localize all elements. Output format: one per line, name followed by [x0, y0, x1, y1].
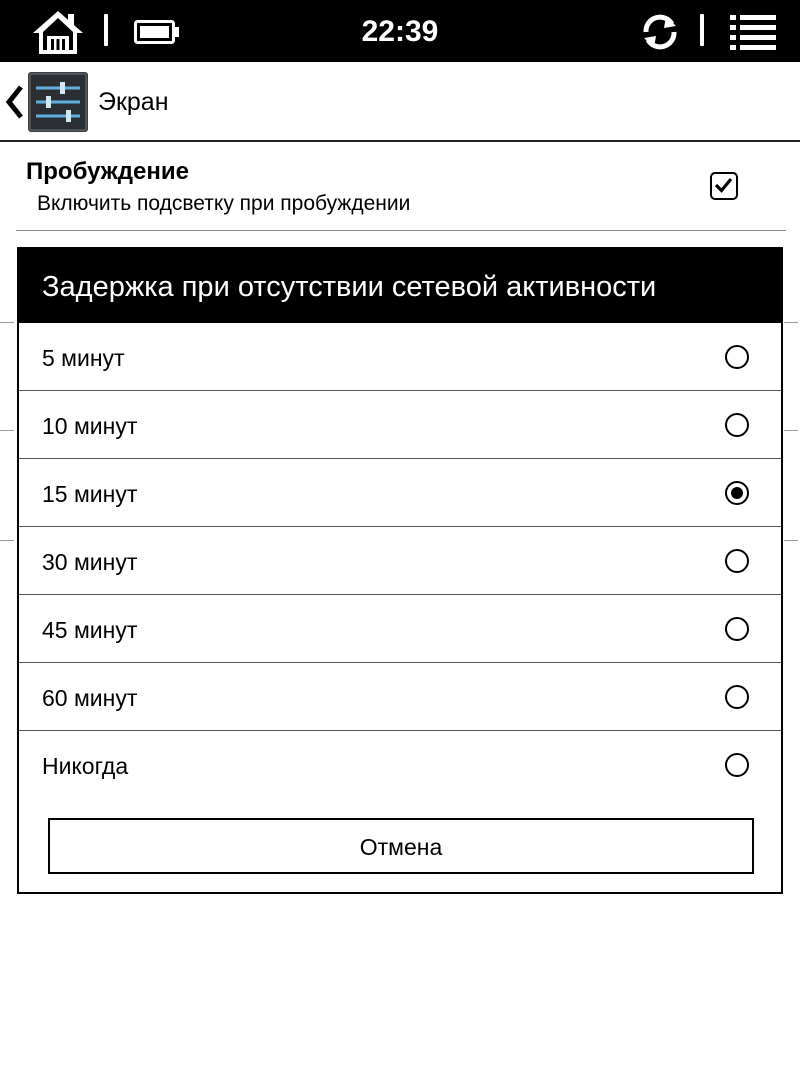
timeout-dialog: Задержка при отсутствии сетевой активнос…	[17, 247, 783, 894]
cancel-button[interactable]: Отмена	[48, 818, 754, 874]
option-label: 30 минут	[42, 549, 138, 575]
status-bar: 22:39	[0, 0, 800, 62]
option-30-min[interactable]: 30 минут	[19, 527, 781, 595]
radio-button[interactable]	[725, 345, 749, 369]
option-label: Никогда	[42, 753, 129, 779]
background-divider	[784, 430, 798, 431]
radio-button[interactable]	[725, 617, 749, 641]
option-label: 15 минут	[42, 481, 138, 507]
page-title: Экран	[98, 88, 169, 116]
status-separator	[104, 14, 108, 46]
radio-button[interactable]	[725, 685, 749, 709]
background-divider	[784, 540, 798, 541]
setting-subtitle: Включить подсветку при пробуждении	[37, 192, 411, 215]
option-label: 60 минут	[42, 685, 138, 711]
option-label: 5 минут	[42, 345, 125, 371]
radio-button[interactable]	[725, 413, 749, 437]
option-45-min[interactable]: 45 минут	[19, 595, 781, 663]
option-15-min[interactable]: 15 минут	[19, 459, 781, 527]
option-label: 45 минут	[42, 617, 138, 643]
option-label: 10 минут	[42, 413, 138, 439]
background-divider	[0, 322, 14, 323]
wakeup-checkbox[interactable]	[710, 172, 738, 200]
background-divider	[784, 322, 798, 323]
radio-button-selected[interactable]	[725, 481, 749, 505]
home-icon[interactable]	[30, 8, 86, 56]
background-divider	[0, 540, 14, 541]
dialog-title: Задержка при отсутствии сетевой активнос…	[19, 249, 781, 323]
checkmark-icon	[714, 177, 733, 193]
option-5-min[interactable]: 5 минут	[19, 323, 781, 391]
option-10-min[interactable]: 10 минут	[19, 391, 781, 459]
menu-icon[interactable]	[730, 14, 776, 50]
option-never[interactable]: Никогда	[19, 731, 781, 799]
setting-title: Пробуждение	[26, 158, 189, 185]
battery-icon	[134, 20, 179, 44]
radio-button[interactable]	[725, 549, 749, 573]
status-separator	[700, 14, 704, 46]
app-header: Экран	[0, 62, 800, 142]
radio-dot	[731, 487, 743, 499]
option-60-min[interactable]: 60 минут	[19, 663, 781, 731]
setting-wakeup[interactable]: Пробуждение Включить подсветку при пробу…	[16, 142, 786, 231]
background-divider	[0, 430, 14, 431]
back-chevron-icon[interactable]	[4, 84, 26, 120]
radio-button[interactable]	[725, 753, 749, 777]
sync-icon[interactable]	[638, 10, 682, 54]
settings-sliders-icon	[28, 72, 88, 132]
